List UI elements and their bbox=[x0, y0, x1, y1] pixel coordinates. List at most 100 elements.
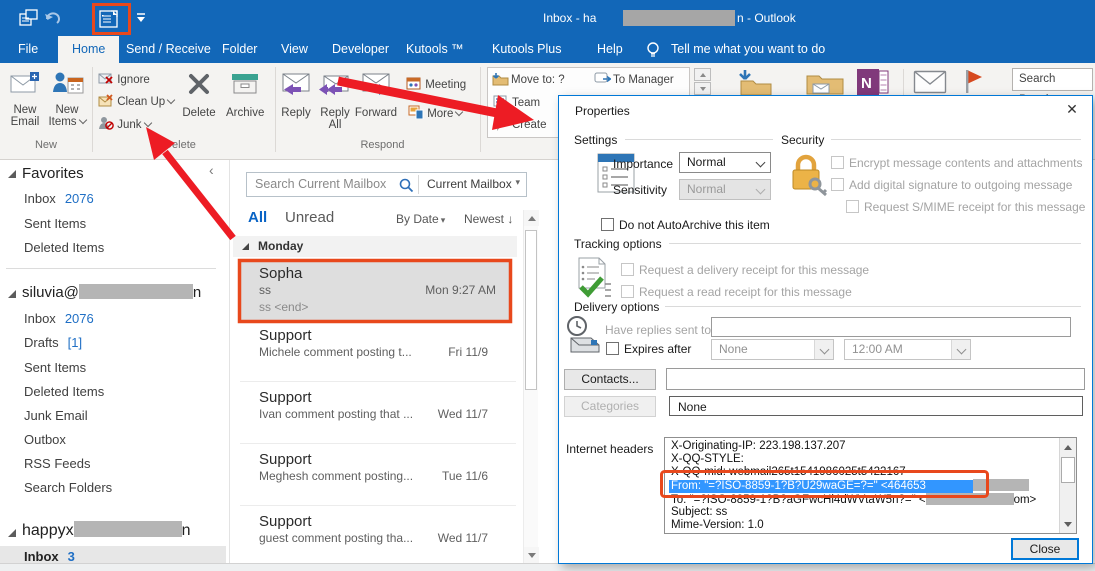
quick-step-team[interactable]: Team bbox=[512, 97, 540, 109]
tab-developer[interactable]: Developer bbox=[332, 36, 389, 63]
archive-button[interactable]: Archive bbox=[226, 67, 264, 137]
tab-unread[interactable]: Unread bbox=[285, 209, 334, 226]
security-group-label: Security bbox=[781, 133, 825, 147]
mailbox-scope-dropdown[interactable]: Current Mailbox bbox=[427, 177, 512, 191]
tab-view[interactable]: View bbox=[281, 36, 308, 63]
reply-label: Reply bbox=[281, 107, 311, 119]
follow-up-flag-button[interactable] bbox=[963, 68, 985, 95]
sidebar-item-favorites-deleted[interactable]: Deleted Items bbox=[24, 240, 104, 255]
message-row[interactable]: Support guest comment posting tha... Wed… bbox=[231, 508, 516, 563]
list-divider bbox=[240, 443, 516, 444]
titlebar: Inbox - ha n - Outlook bbox=[0, 0, 1095, 36]
tab-kutools-plus[interactable]: Kutools Plus bbox=[492, 36, 561, 63]
meeting-button[interactable]: Meeting bbox=[406, 76, 466, 91]
quick-steps-spinner[interactable] bbox=[694, 68, 711, 95]
sidebar-item-favorites-sent[interactable]: Sent Items bbox=[24, 216, 86, 231]
tell-me-box[interactable]: Tell me what you want to do bbox=[671, 36, 825, 63]
undo-icon[interactable] bbox=[43, 10, 61, 26]
close-button[interactable]: Close bbox=[1011, 538, 1079, 560]
quick-step-move-to[interactable]: Move to: ? bbox=[511, 74, 565, 86]
favorites-section-title[interactable]: Favorites bbox=[22, 165, 84, 182]
spinner-up-button[interactable] bbox=[694, 68, 711, 81]
message-options-icon[interactable] bbox=[99, 8, 123, 29]
junk-button[interactable]: Junk bbox=[98, 116, 152, 131]
tab-send-receive[interactable]: Send / Receive bbox=[126, 36, 211, 63]
quick-step-create[interactable]: Create bbox=[512, 119, 547, 131]
search-input[interactable]: Search Current Mailbox bbox=[255, 177, 386, 191]
chevron-down-icon[interactable]: ▾ bbox=[515, 177, 520, 188]
header-line: X-QQ-mid: webmail265t1541986025t5422167 bbox=[671, 466, 906, 478]
sort-direction-toggle[interactable]: Newest ↓ bbox=[464, 212, 513, 226]
expires-after-checkbox[interactable] bbox=[606, 342, 619, 355]
ribbon-divider bbox=[92, 67, 93, 152]
scroll-down-button[interactable] bbox=[1060, 516, 1076, 532]
contacts-button[interactable]: Contacts... bbox=[564, 369, 656, 390]
contacts-input[interactable] bbox=[666, 368, 1085, 390]
sidebar-item-inbox[interactable]: Inbox 2076 bbox=[24, 311, 94, 326]
chevron-down-icon bbox=[755, 157, 766, 168]
unread-count: 2076 bbox=[64, 311, 94, 326]
headers-scrollbar[interactable] bbox=[1059, 438, 1076, 533]
move-button[interactable] bbox=[737, 69, 775, 96]
sort-by-dropdown[interactable]: By Date ▾ bbox=[396, 212, 445, 226]
sidebar-item-inbox-selected[interactable]: Inbox 3 bbox=[24, 549, 75, 564]
sidebar-item-deleted[interactable]: Deleted Items bbox=[24, 384, 104, 399]
quick-step-to-manager[interactable]: To Manager bbox=[613, 74, 674, 86]
tab-help[interactable]: Help bbox=[597, 36, 623, 63]
sidebar-item-junk[interactable]: Junk Email bbox=[24, 408, 88, 423]
message-row-selected[interactable]: Sopha ss Mon 9:27 AM ss <end> bbox=[241, 261, 510, 320]
scroll-thumb[interactable] bbox=[525, 230, 537, 390]
have-replies-input[interactable] bbox=[711, 317, 1071, 337]
reply-button[interactable]: Reply bbox=[276, 67, 316, 137]
scroll-up-button[interactable] bbox=[524, 210, 539, 226]
close-icon[interactable]: ✕ bbox=[1061, 101, 1083, 118]
more-button[interactable]: More bbox=[408, 105, 464, 120]
tab-kutools[interactable]: Kutools ™ bbox=[406, 36, 464, 63]
account-1-title[interactable]: siluvia@ n bbox=[22, 284, 201, 301]
spinner-down-button[interactable] bbox=[694, 82, 711, 95]
sidebar-item-outbox[interactable]: Outbox bbox=[24, 432, 66, 447]
scroll-thumb[interactable] bbox=[1061, 457, 1075, 483]
qat-customize-icon[interactable] bbox=[136, 13, 146, 23]
internet-headers-box[interactable]: X-Originating-IP: 223.198.137.207 X-QQ-S… bbox=[664, 437, 1077, 534]
message-row[interactable]: Support Ivan comment posting that ... We… bbox=[231, 384, 516, 446]
tab-folder[interactable]: Folder bbox=[222, 36, 257, 63]
rules-button[interactable] bbox=[805, 71, 845, 96]
onenote-button[interactable]: N bbox=[855, 68, 889, 97]
sidebar-item-favorites-inbox[interactable]: Inbox 2076 bbox=[24, 191, 94, 206]
unread-read-button[interactable] bbox=[913, 70, 947, 94]
sidebar-item-search-folders[interactable]: Search Folders bbox=[24, 480, 112, 495]
sidebar-item-sent[interactable]: Sent Items bbox=[24, 360, 86, 375]
scroll-down-button[interactable] bbox=[524, 547, 539, 563]
clean-up-button[interactable]: Clean Up bbox=[98, 94, 176, 108]
message-row[interactable]: Support Meghesh comment posting... Tue 1… bbox=[231, 446, 516, 508]
importance-select[interactable]: Normal bbox=[679, 152, 771, 173]
quick-print-icon[interactable] bbox=[19, 9, 38, 27]
tab-file[interactable]: File bbox=[18, 36, 38, 63]
new-email-button[interactable]: New Email bbox=[6, 68, 44, 138]
reply-all-button[interactable]: Reply All bbox=[314, 67, 356, 137]
search-icon[interactable] bbox=[399, 178, 414, 193]
ignore-button[interactable]: Ignore bbox=[98, 72, 150, 86]
expand-triangle-icon[interactable] bbox=[8, 529, 16, 537]
group-header-monday[interactable]: Monday bbox=[233, 236, 517, 257]
expand-triangle-icon[interactable] bbox=[8, 290, 16, 298]
expand-triangle-icon[interactable] bbox=[8, 170, 16, 178]
tab-all[interactable]: All bbox=[248, 209, 267, 226]
account-2-title[interactable]: happyx n bbox=[22, 521, 191, 540]
tab-home[interactable]: Home bbox=[58, 36, 120, 63]
triangle-up-icon bbox=[699, 73, 706, 77]
collapse-pane-icon[interactable]: ‹ bbox=[209, 162, 214, 178]
message-row[interactable]: Support Michele comment posting t... Fri… bbox=[231, 322, 516, 384]
sidebar-item-drafts[interactable]: Drafts [1] bbox=[24, 335, 82, 350]
search-people-box[interactable]: Search People bbox=[1012, 68, 1093, 106]
autoarchive-checkbox[interactable] bbox=[601, 218, 614, 231]
scroll-up-button[interactable] bbox=[1060, 439, 1076, 455]
sidebar-item-rss[interactable]: RSS Feeds bbox=[24, 456, 90, 471]
message-list-scrollbar[interactable] bbox=[523, 210, 539, 563]
forward-button[interactable]: Forward bbox=[354, 67, 398, 137]
new-items-button[interactable]: New Items bbox=[46, 68, 88, 138]
tracking-icon bbox=[569, 254, 613, 300]
delete-button[interactable]: Delete bbox=[182, 67, 216, 137]
ribbon-divider bbox=[903, 69, 904, 95]
